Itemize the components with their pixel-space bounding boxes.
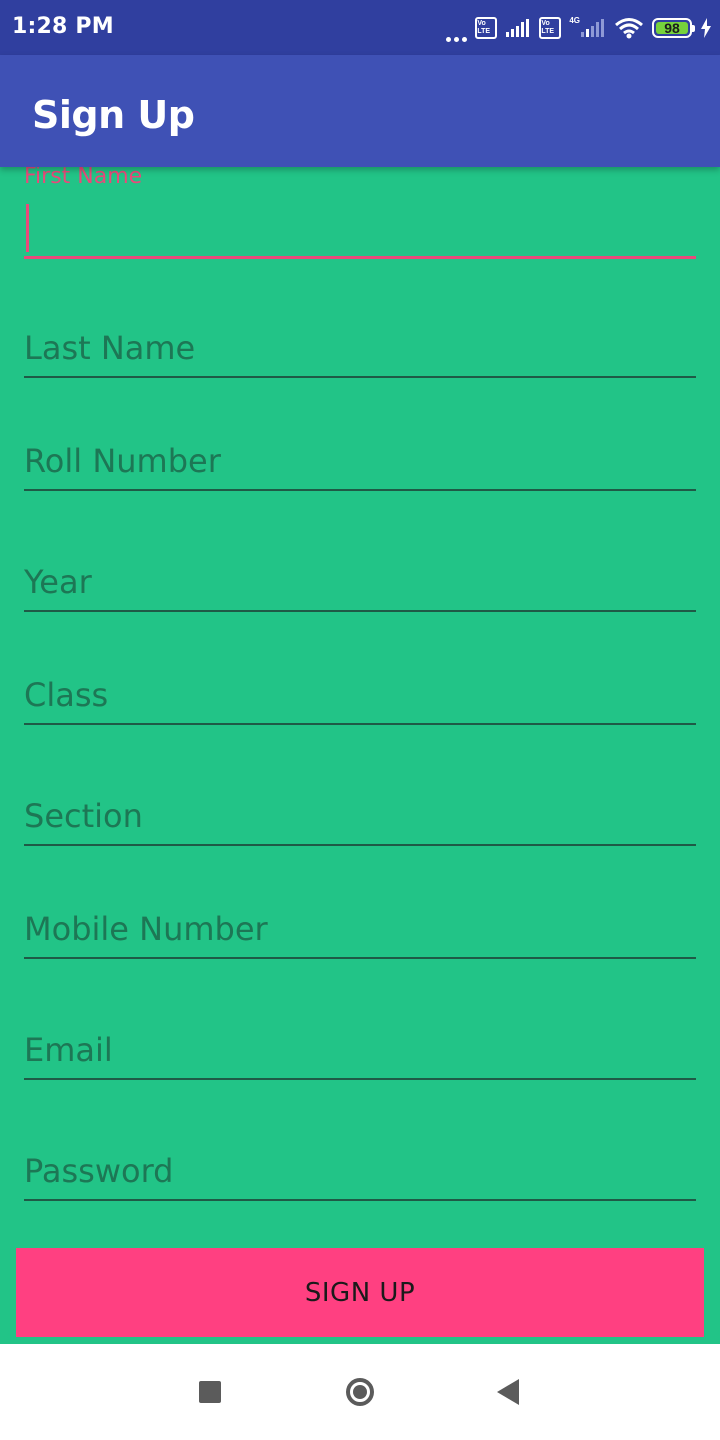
first-name-label: First Name [24,164,143,189]
volte-icon: Vo LTE [475,17,498,39]
mobile-number-field [24,899,696,961]
more-dots-icon [446,14,468,42]
charging-bolt-icon [701,18,711,38]
system-nav-bar [0,1344,720,1440]
password-underline [24,1199,696,1201]
battery-level: 98 [664,20,680,36]
roll-number-field [24,431,696,493]
recents-button[interactable] [190,1372,230,1412]
section-input[interactable] [24,786,696,846]
home-circle-icon [346,1378,374,1406]
roll-number-input[interactable] [24,431,696,491]
mobile-number-input[interactable] [24,899,696,959]
status-time: 1:28 PM [12,14,114,39]
app-bar: Sign Up [0,55,720,167]
recents-square-icon [199,1381,221,1403]
first-name-field: First Name [24,164,696,262]
email-underline [24,1078,696,1080]
class-underline [24,723,696,725]
status-icons: Vo LTE Vo LTE 4G 98 [446,12,712,44]
last-name-underline [24,376,696,378]
status-bar: 1:28 PM Vo LTE Vo LTE 4G 98 [0,0,720,55]
first-name-underline [24,256,696,259]
page-title: Sign Up [32,93,195,137]
section-underline [24,844,696,846]
back-button[interactable] [488,1372,528,1412]
year-underline [24,610,696,612]
class-input[interactable] [24,665,696,725]
mobile-number-underline [24,957,696,959]
email-input[interactable] [24,1020,696,1080]
password-input[interactable] [24,1141,696,1201]
class-field [24,665,696,727]
last-name-input[interactable] [24,318,696,378]
network-type-label: 4G [569,15,580,25]
email-field [24,1020,696,1082]
signal-4g-icon [581,19,604,37]
last-name-field [24,318,696,380]
first-name-input[interactable] [24,194,696,254]
year-input[interactable] [24,552,696,612]
signal-icon [506,19,530,37]
volte-icon: Vo LTE [539,17,562,39]
battery-icon: 98 [652,18,695,38]
sign-up-button[interactable]: SIGN UP [16,1248,704,1337]
section-field [24,786,696,848]
volte-label: Vo LTE [541,20,555,35]
roll-number-underline [24,489,696,491]
year-field [24,552,696,614]
back-triangle-icon [497,1379,519,1405]
home-button[interactable] [340,1372,380,1412]
wifi-icon [615,18,643,39]
password-field [24,1141,696,1203]
volte-label: Vo LTE [477,20,491,35]
